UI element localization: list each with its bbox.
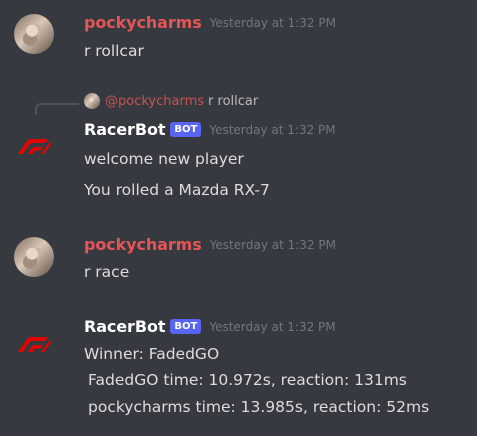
username[interactable]: pockycharms — [84, 13, 202, 32]
message-text: Winner: FadedGO — [84, 345, 220, 363]
message-text: r race — [84, 263, 130, 281]
f1-logo-icon — [18, 337, 52, 352]
username[interactable]: pockycharms — [84, 235, 202, 254]
timestamp: Yesterday at 1:32 PM — [209, 15, 336, 30]
username[interactable]: RacerBot — [84, 120, 165, 139]
message-text: pockycharms time: 13.985s, reaction: 52m… — [88, 398, 430, 416]
username[interactable]: RacerBot — [84, 317, 165, 336]
reply-mention[interactable]: @pockycharms — [105, 94, 204, 109]
user-avatar[interactable] — [14, 237, 54, 277]
timestamp: Yesterday at 1:32 PM — [209, 319, 336, 334]
bot-badge: BOT — [170, 122, 202, 137]
reply-reference[interactable]: @pockycharms r rollcar — [84, 93, 258, 109]
bot-avatar[interactable] — [14, 124, 54, 164]
message-text: r rollcar — [84, 42, 144, 60]
bot-avatar[interactable] — [14, 322, 54, 362]
reply-connector — [35, 103, 79, 115]
reply-avatar — [84, 93, 100, 109]
message-text: FadedGO time: 10.972s, reaction: 131ms — [88, 371, 407, 389]
user-avatar[interactable] — [14, 14, 54, 54]
f1-logo-icon — [18, 139, 52, 154]
message-text: welcome new player — [84, 150, 244, 168]
reply-text: r rollcar — [208, 93, 259, 109]
message-text: You rolled a Mazda RX-7 — [84, 181, 270, 199]
bot-badge: BOT — [170, 319, 202, 334]
timestamp: Yesterday at 1:32 PM — [209, 237, 336, 252]
timestamp: Yesterday at 1:32 PM — [209, 122, 336, 137]
